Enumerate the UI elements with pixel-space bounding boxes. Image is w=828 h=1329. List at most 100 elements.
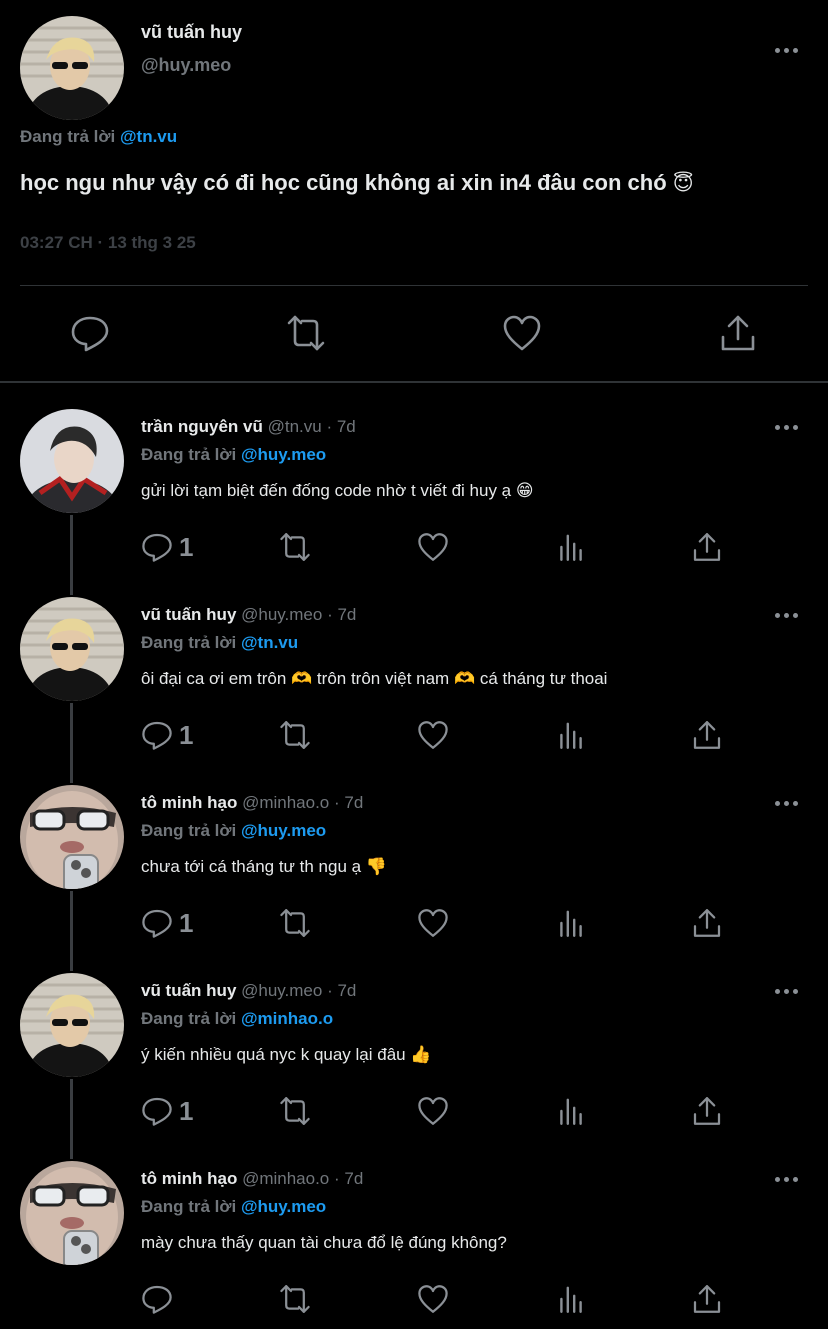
like-icon[interactable]	[417, 719, 449, 751]
author-name[interactable]: vũ tuấn huy	[141, 22, 242, 43]
reply-text-body: gửi lời tạm biệt đến đống code nhờ t viế…	[141, 481, 512, 500]
share-button[interactable]	[691, 531, 723, 563]
reply-author-handle[interactable]: @huy.meo	[241, 981, 322, 1000]
author-handle[interactable]: @huy.meo	[141, 55, 231, 76]
share-icon[interactable]	[718, 313, 758, 353]
like-icon[interactable]	[502, 313, 542, 353]
replying-to-mention[interactable]: @minhao.o	[241, 1009, 333, 1028]
retweet-button[interactable]	[279, 1095, 311, 1127]
reply-age[interactable]: · 7d	[327, 981, 356, 1000]
avatar-minhao[interactable]	[20, 785, 124, 889]
reply-icon[interactable]	[141, 1283, 173, 1315]
more-options-icon[interactable]	[771, 40, 801, 60]
reply-icon[interactable]	[141, 719, 173, 751]
share-icon[interactable]	[691, 907, 723, 939]
retweet-icon[interactable]	[279, 1283, 311, 1315]
replying-to-mention[interactable]: @huy.meo	[241, 821, 326, 840]
reply-button[interactable]: 1	[141, 531, 193, 563]
replying-to-line: Đang trả lời @tn.vu	[20, 127, 177, 147]
reply-text: mày chưa thấy quan tài chưa đổ lệ đúng k…	[141, 1233, 507, 1253]
views-button[interactable]	[555, 531, 587, 563]
reply-icon[interactable]	[141, 907, 173, 939]
reply-button[interactable]	[141, 1283, 179, 1315]
reply-author-name[interactable]: tô minh hạo	[141, 1169, 237, 1188]
views-button[interactable]	[555, 1095, 587, 1127]
avatar-huy-meo[interactable]	[20, 973, 124, 1077]
share-icon[interactable]	[691, 1283, 723, 1315]
reply-author-name[interactable]: vũ tuấn huy	[141, 605, 236, 624]
reply-age[interactable]: · 7d	[334, 793, 363, 812]
retweet-button[interactable]	[279, 719, 311, 751]
share-icon[interactable]	[691, 1095, 723, 1127]
analytics-icon[interactable]	[555, 1095, 587, 1127]
share-button[interactable]	[691, 907, 723, 939]
retweet-icon[interactable]	[279, 1095, 311, 1127]
like-icon[interactable]	[417, 907, 449, 939]
reply-item[interactable]: vũ tuấn huy @huy.meo · 7d Đang trả lời @…	[0, 947, 828, 1159]
reply-icon[interactable]	[141, 531, 173, 563]
reply-button[interactable]: 1	[141, 719, 193, 751]
reply-item[interactable]: vũ tuấn huy @huy.meo · 7d Đang trả lời @…	[0, 571, 828, 783]
like-button[interactable]	[417, 1095, 449, 1127]
analytics-icon[interactable]	[555, 719, 587, 751]
retweet-icon[interactable]	[286, 313, 326, 353]
avatar-huy-meo[interactable]	[20, 597, 124, 701]
retweet-icon[interactable]	[279, 531, 311, 563]
reply-author-handle[interactable]: @tn.vu	[268, 417, 322, 436]
reply-author-handle[interactable]: @minhao.o	[242, 793, 329, 812]
reply-author-handle[interactable]: @huy.meo	[241, 605, 322, 624]
replying-to-mention[interactable]: @tn.vu	[120, 127, 177, 146]
more-options-icon[interactable]	[771, 1169, 801, 1189]
reply-author-name[interactable]: tô minh hạo	[141, 793, 237, 812]
replying-to-mention[interactable]: @tn.vu	[241, 633, 298, 652]
reply-icon[interactable]	[141, 1095, 173, 1127]
retweet-icon[interactable]	[279, 907, 311, 939]
views-button[interactable]	[555, 1283, 587, 1315]
retweet-icon[interactable]	[279, 719, 311, 751]
reply-author-handle[interactable]: @minhao.o	[242, 1169, 329, 1188]
share-icon[interactable]	[691, 531, 723, 563]
reply-text: ôi đại ca ơi em trôn 🫶 trôn trôn việt na…	[141, 669, 607, 689]
reply-author-name[interactable]: vũ tuấn huy	[141, 981, 236, 1000]
reply-count: 1	[179, 907, 194, 938]
share-button[interactable]	[691, 719, 723, 751]
like-icon[interactable]	[417, 1283, 449, 1315]
more-options-icon[interactable]	[771, 605, 801, 625]
reply-button[interactable]: 1	[141, 907, 193, 939]
more-options-icon[interactable]	[771, 417, 801, 437]
like-button[interactable]	[417, 531, 449, 563]
avatar-minhao[interactable]	[20, 1161, 124, 1265]
reply-item[interactable]: tô minh hạo @minhao.o · 7d Đang trả lời …	[0, 759, 828, 971]
reply-button[interactable]: 1	[141, 1095, 193, 1127]
share-button[interactable]	[691, 1283, 723, 1315]
reply-author-name[interactable]: trần nguyên vũ	[141, 417, 263, 436]
views-button[interactable]	[555, 719, 587, 751]
replying-to-mention[interactable]: @huy.meo	[241, 1197, 326, 1216]
like-icon[interactable]	[417, 531, 449, 563]
like-button[interactable]	[417, 907, 449, 939]
analytics-icon[interactable]	[555, 1283, 587, 1315]
analytics-icon[interactable]	[555, 907, 587, 939]
analytics-icon[interactable]	[555, 531, 587, 563]
retweet-button[interactable]	[279, 907, 311, 939]
avatar-tn-vu[interactable]	[20, 409, 124, 513]
views-button[interactable]	[555, 907, 587, 939]
retweet-button[interactable]	[279, 531, 311, 563]
like-button[interactable]	[417, 719, 449, 751]
replying-to-mention[interactable]: @huy.meo	[241, 445, 326, 464]
reply-age[interactable]: · 7d	[326, 417, 355, 436]
reply-age[interactable]: · 7d	[334, 1169, 363, 1188]
share-icon[interactable]	[691, 719, 723, 751]
post-timestamp[interactable]: 03:27 CH · 13 thg 3 25	[20, 233, 196, 253]
more-options-icon[interactable]	[771, 793, 801, 813]
author-avatar[interactable]	[20, 16, 124, 120]
reply-item[interactable]: tô minh hạo @minhao.o · 7d Đang trả lời …	[0, 1135, 828, 1323]
share-button[interactable]	[691, 1095, 723, 1127]
retweet-button[interactable]	[279, 1283, 311, 1315]
reply-icon[interactable]	[70, 313, 110, 353]
reply-item[interactable]: trần nguyên vũ @tn.vu · 7d Đang trả lời …	[0, 383, 828, 595]
more-options-icon[interactable]	[771, 981, 801, 1001]
like-button[interactable]	[417, 1283, 449, 1315]
reply-age[interactable]: · 7d	[327, 605, 356, 624]
like-icon[interactable]	[417, 1095, 449, 1127]
